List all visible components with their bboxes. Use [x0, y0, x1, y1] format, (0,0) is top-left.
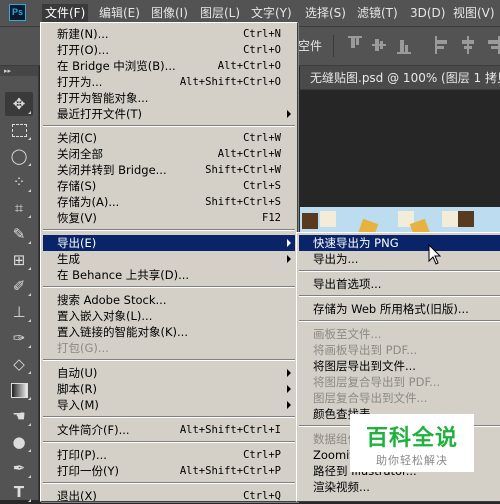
menu-item-scripts[interactable]: 脚本(R): [43, 381, 295, 397]
menu-separator: [43, 229, 295, 231]
align-bottom-edges-icon[interactable]: [397, 36, 413, 54]
submenu-item-artboards-to-pdf: 将画板导出到 PDF...: [313, 343, 418, 357]
submenu-item-quick-export-png[interactable]: 快速导出为 PNG: [299, 235, 500, 251]
menu-item-place-linked[interactable]: 置入链接的智能对象(K)...: [43, 324, 295, 340]
submenu-arrow-icon: [287, 255, 291, 263]
type-tool-icon[interactable]: T: [5, 480, 33, 504]
menu-item-save[interactable]: 存储(S) Ctrl+S: [43, 178, 295, 194]
align-vertical-centers-icon[interactable]: [372, 36, 388, 54]
crop-tool-icon[interactable]: ⌗: [5, 196, 33, 220]
menu-item-automate[interactable]: 自动(U): [43, 365, 295, 381]
menu-item-import[interactable]: 导入(M): [43, 397, 295, 413]
menu-item-save-as[interactable]: 存储为(A)... Shift+Ctrl+S: [43, 194, 295, 210]
options-divider: [333, 35, 334, 57]
menu-item-close-and-go-to-bridge[interactable]: 关闭并转到 Bridge... Shift+Ctrl+W: [43, 162, 295, 178]
menu-item-open-as[interactable]: 打开为... Alt+Shift+Ctrl+O: [43, 74, 295, 90]
submenu-item-layer-comps-to-files: 图层复合导出到文件...: [313, 391, 428, 405]
brush-tool-icon[interactable]: ✐: [5, 274, 33, 298]
eraser-tool-icon[interactable]: ◇: [5, 352, 33, 376]
watermark: 百科全说 助你轻松解决: [350, 414, 474, 472]
healing-brush-tool-icon[interactable]: ⊞: [5, 248, 33, 272]
menu-layer[interactable]: 图层(L): [197, 4, 243, 22]
submenu-item-layers-to-files[interactable]: 将图层导出到文件...: [299, 358, 500, 374]
blur-tool-icon[interactable]: ☚: [5, 404, 33, 428]
mouse-pointer-icon: [428, 244, 442, 265]
align-right-edges-icon[interactable]: [484, 36, 500, 54]
collapse-panel-icon[interactable]: ▸▸: [0, 66, 38, 76]
menu-type[interactable]: 文字(Y): [248, 4, 295, 22]
submenu-arrow-icon: [287, 110, 291, 118]
marquee-tool-icon[interactable]: [5, 118, 33, 142]
menu-separator: [43, 286, 295, 288]
eyedropper-tool-icon[interactable]: ✎: [5, 222, 33, 246]
menu-edit[interactable]: 编辑(E): [96, 4, 143, 22]
history-brush-tool-icon[interactable]: ✑: [5, 326, 33, 350]
document-tab[interactable]: 无缝贴图.psd @ 100% (图层 1 拷贝: [300, 66, 500, 90]
menu-item-new[interactable]: 新建(N)... Ctrl+N: [43, 26, 295, 42]
align-left-edges-icon[interactable]: [435, 36, 451, 54]
menu-separator: [43, 125, 295, 127]
menu-item-open-recent[interactable]: 最近打开文件(T): [43, 106, 295, 122]
menu-separator: [43, 359, 295, 361]
menu-item-search-adobe-stock[interactable]: 搜索 Adobe Stock...: [43, 292, 295, 308]
watermark-title: 百科全说: [365, 426, 458, 451]
menu-image[interactable]: 图像(I): [148, 4, 191, 22]
menu-item-print[interactable]: 打印(P)... Ctrl+P: [43, 447, 295, 463]
submenu-item-layer-comps-to-pdf: 将图层复合导出到 PDF...: [313, 375, 441, 389]
dodge-tool-icon[interactable]: ●: [5, 430, 33, 454]
menu-item-export[interactable]: 导出(E): [43, 235, 295, 251]
menu-separator: [43, 416, 295, 418]
menu-item-generate[interactable]: 生成: [43, 251, 295, 267]
submenu-item-export-as[interactable]: 导出为...: [299, 251, 500, 267]
lasso-tool-icon[interactable]: ◯: [5, 144, 33, 168]
submenu-arrow-icon: [287, 401, 291, 409]
menu-filter[interactable]: 滤镜(T): [354, 4, 401, 22]
menu-item-share-on-behance[interactable]: 在 Behance 上共享(D)...: [43, 267, 295, 283]
show-transform-controls-label[interactable]: 空件: [298, 37, 322, 54]
menu-item-package: 打包(G)...: [57, 341, 109, 355]
menu-separator: [299, 295, 500, 297]
menu-item-print-one-copy[interactable]: 打印一份(Y) Alt+Shift+Ctrl+P: [43, 463, 295, 479]
submenu-arrow-icon: [287, 385, 291, 393]
menu-separator: [43, 482, 295, 484]
menu-separator: [299, 320, 500, 322]
quick-selection-tool-icon[interactable]: ⁘: [5, 170, 33, 194]
tools-panel: ▸▸ ✥ ◯ ⁘ ⌗ ✎ ⊞ ✐ ⊥ ✑ ◇ ☚ ● ✒ T: [0, 66, 39, 502]
menu-item-open-as-smart-object[interactable]: 打开为智能对象...: [43, 90, 295, 106]
file-menu: 新建(N)... Ctrl+N 打开(O)... Ctrl+O 在 Bridge 中…: [40, 22, 298, 504]
menu-item-close-all[interactable]: 关闭全部 Alt+Ctrl+W: [43, 146, 295, 162]
menu-item-revert[interactable]: 恢复(V) F12: [43, 210, 295, 226]
submenu-item-save-for-web[interactable]: 存储为 Web 所用格式(旧版)...: [299, 301, 500, 317]
menu-item-file-info[interactable]: 文件简介(F)... Alt+Shift+Ctrl+I: [43, 422, 295, 438]
align-horizontal-centers-icon[interactable]: [460, 36, 476, 54]
pen-tool-icon[interactable]: ✒: [5, 456, 33, 480]
clone-stamp-tool-icon[interactable]: ⊥: [5, 300, 33, 324]
menu-select[interactable]: 选择(S): [302, 4, 349, 22]
gradient-tool-icon[interactable]: [5, 378, 33, 402]
align-top-edges-icon[interactable]: [348, 36, 364, 54]
watermark-subtitle: 助你轻松解决: [376, 454, 448, 467]
submenu-arrow-icon: [287, 239, 291, 247]
menu-separator: [299, 270, 500, 272]
menu-item-exit[interactable]: 退出(X) Ctrl+Q: [43, 488, 295, 504]
submenu-item-artboards-to-files: 画板至文件...: [313, 327, 382, 341]
menu-view[interactable]: 视图(V): [450, 4, 498, 22]
menu-3d[interactable]: 3D(D): [407, 4, 448, 22]
submenu-arrow-icon: [287, 369, 291, 377]
menu-item-close[interactable]: 关闭(C) Ctrl+W: [43, 130, 295, 146]
menu-item-browse-in-bridge[interactable]: 在 Bridge 中浏览(B)... Alt+Ctrl+O: [43, 58, 295, 74]
menu-item-open[interactable]: 打开(O)... Ctrl+O: [43, 42, 295, 58]
menu-separator: [43, 441, 295, 443]
photoshop-logo: Ps: [9, 4, 26, 21]
menu-file[interactable]: 文件(F): [42, 4, 89, 22]
submenu-item-render-video[interactable]: 渲染视频...: [299, 479, 500, 495]
menu-item-place-embedded[interactable]: 置入嵌入对象(L)...: [43, 308, 295, 324]
move-tool-icon[interactable]: ✥: [5, 92, 33, 116]
submenu-item-export-preferences[interactable]: 导出首选项...: [299, 276, 500, 292]
